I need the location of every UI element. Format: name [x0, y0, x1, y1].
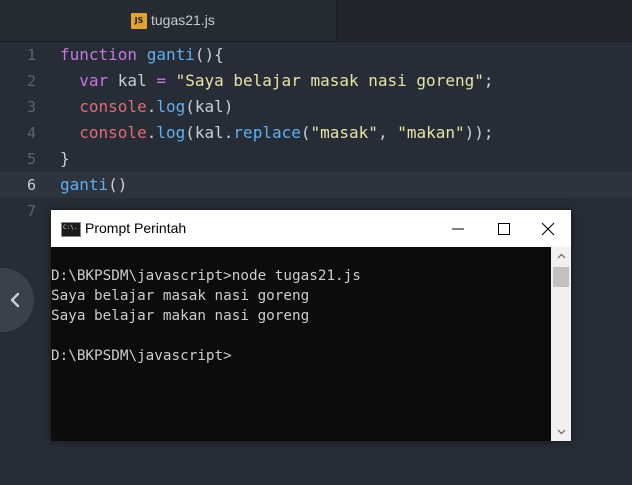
code-line[interactable]: 3 console.log(kal) [0, 94, 632, 120]
code-token: replace [233, 123, 301, 142]
code-text: console.log(kal.replace("masak", "makan"… [60, 120, 494, 146]
code-token: ganti [146, 45, 195, 64]
code-token: kal [117, 71, 157, 90]
code-token: ganti [60, 175, 109, 194]
close-icon [541, 222, 555, 236]
code-text: } [60, 146, 70, 172]
maximize-button[interactable] [481, 210, 527, 247]
code-token: log [156, 123, 186, 142]
line-number: 3 [26, 98, 36, 116]
code-token: } [60, 149, 70, 168]
code-token: log [156, 97, 186, 116]
js-file-icon: JS [131, 13, 147, 29]
code-token: console [60, 123, 147, 142]
line-number: 5 [26, 150, 36, 168]
code-text: console.log(kal) [60, 94, 233, 120]
code-token: ( [300, 123, 311, 142]
code-token: (kal. [185, 123, 234, 142]
code-line[interactable]: 4 console.log(kal.replace("masak", "maka… [0, 120, 632, 146]
line-number: 7 [26, 202, 36, 220]
code-token: )); [464, 123, 494, 142]
command-prompt-window[interactable]: C:\. Prompt Perintah D:\BKPSDM\javascrip… [51, 210, 571, 441]
console-line: Saya belajar masak nasi goreng [51, 288, 310, 304]
code-line[interactable]: 6 ganti() [0, 172, 632, 198]
code-token: ; [483, 71, 494, 90]
vertical-scrollbar[interactable] [551, 247, 571, 441]
code-line[interactable]: 1 function ganti(){ [0, 42, 632, 68]
code-token: "makan" [397, 123, 465, 142]
code-token: var [60, 71, 118, 90]
chevron-up-icon [557, 253, 566, 259]
line-number: 6 [26, 176, 36, 194]
window-titlebar[interactable]: C:\. Prompt Perintah [51, 210, 571, 247]
scroll-up-button[interactable] [551, 247, 571, 265]
minimize-button[interactable] [435, 210, 481, 247]
tab-tugas21[interactable]: JS tugas21.js [0, 0, 337, 41]
close-button[interactable] [525, 210, 571, 247]
console-output[interactable]: D:\BKPSDM\javascript>node tugas21.js Saya… [51, 247, 551, 441]
code-text: var kal = "Saya belajar masak nasi goren… [60, 68, 493, 94]
code-token: (){ [194, 45, 224, 64]
scroll-thumb[interactable] [553, 267, 569, 287]
code-text: function ganti(){ [60, 42, 224, 68]
console-line: D:\BKPSDM\javascript>node tugas21.js [51, 268, 361, 284]
chevron-left-icon [10, 292, 20, 308]
code-text: ganti() [60, 172, 127, 198]
code-token: (kal) [185, 97, 234, 116]
code-token: () [108, 175, 128, 194]
line-number: 4 [26, 124, 36, 142]
code-line[interactable]: 5} [0, 146, 632, 172]
code-token: "masak" [310, 123, 378, 142]
code-token: function [60, 45, 147, 64]
tab-label: tugas21.js [151, 12, 215, 28]
code-token: console [60, 97, 147, 116]
console-line: D:\BKPSDM\javascript> [51, 348, 232, 364]
code-line[interactable]: 2 var kal = "Saya belajar masak nasi gor… [0, 68, 632, 94]
code-token: , [377, 123, 398, 142]
cmd-app-icon-text: C:\. [63, 224, 78, 231]
line-number: 1 [26, 46, 36, 64]
code-token: . [146, 97, 157, 116]
minimize-icon [452, 228, 464, 230]
chevron-down-icon [557, 429, 566, 435]
maximize-icon [498, 223, 510, 235]
line-number: 2 [26, 72, 36, 90]
code-token: = [156, 71, 176, 90]
scroll-down-button[interactable] [551, 423, 571, 441]
console-line: Saya belajar makan nasi goreng [51, 308, 310, 324]
cmd-app-icon: C:\. [61, 222, 81, 237]
code-token: "Saya belajar masak nasi goreng" [175, 71, 484, 90]
tab-bar: JS tugas21.js [0, 0, 632, 42]
code-token: . [146, 123, 157, 142]
window-title: Prompt Perintah [85, 220, 187, 236]
